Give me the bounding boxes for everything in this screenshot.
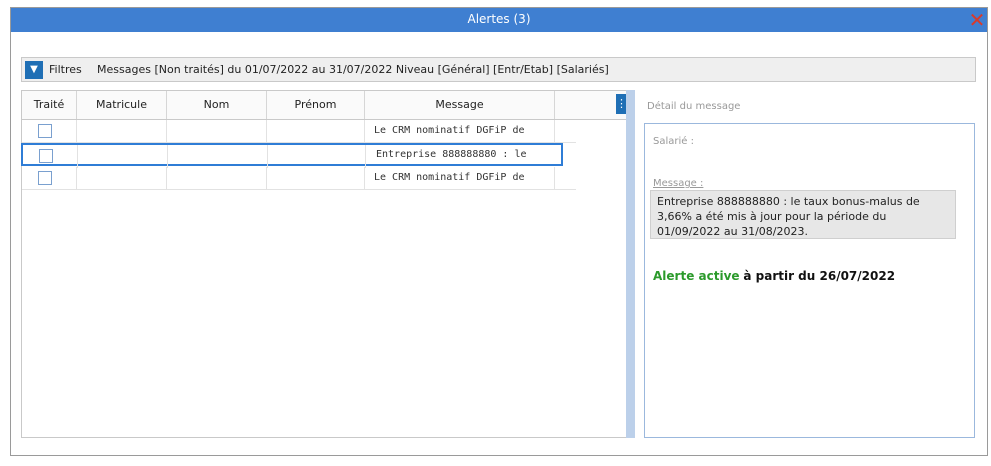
column-header-traite[interactable]: Traité	[22, 91, 77, 119]
alert-active-label: Alerte active	[653, 269, 740, 283]
window-title: Alertes (3)	[467, 12, 531, 26]
title-bar: Alertes (3) ✕	[11, 8, 987, 32]
detail-panel: Salarié : Message : Entreprise 888888880…	[644, 123, 975, 438]
alerts-grid: Traité Matricule Nom Prénom Message ⋮ Le…	[21, 90, 635, 438]
column-header-matricule[interactable]: Matricule	[77, 91, 167, 119]
table-row-selected[interactable]: Entreprise 888888880 : le	[21, 143, 563, 168]
column-header-message[interactable]: Message	[365, 91, 555, 119]
column-header-nom[interactable]: Nom	[167, 91, 267, 119]
filter-summary: Messages [Non traités] du 01/07/2022 au …	[97, 63, 609, 76]
table-row[interactable]: Le CRM nominatif DGFiP de	[22, 167, 576, 190]
message-text: Entreprise 888888880 : le taux bonus-mal…	[650, 190, 956, 239]
filter-label: Filtres	[49, 63, 82, 76]
message-cell: Entreprise 888888880 : le	[376, 149, 527, 160]
traite-checkbox[interactable]	[38, 171, 52, 185]
message-cell: Le CRM nominatif DGFiP de	[374, 125, 525, 136]
alert-status-line: Alerte active à partir du 26/07/2022	[653, 269, 895, 283]
vertical-splitter[interactable]	[626, 90, 635, 438]
message-label: Message :	[653, 178, 704, 189]
alert-start-date: à partir du 26/07/2022	[743, 269, 896, 283]
close-icon[interactable]: ✕	[965, 8, 989, 32]
filter-bar: ▼ Filtres Messages [Non traités] du 01/0…	[21, 57, 976, 82]
message-cell: Le CRM nominatif DGFiP de	[374, 172, 525, 183]
detail-title: Détail du message	[647, 101, 741, 112]
grid-header: Traité Matricule Nom Prénom Message ⋮	[22, 91, 634, 120]
traite-checkbox[interactable]	[38, 124, 52, 138]
salarie-label: Salarié :	[653, 136, 694, 147]
chevron-down-icon[interactable]: ▼	[25, 61, 43, 79]
column-header-prenom[interactable]: Prénom	[267, 91, 365, 119]
table-row[interactable]: Le CRM nominatif DGFiP de	[22, 120, 576, 143]
traite-checkbox[interactable]	[39, 149, 53, 163]
